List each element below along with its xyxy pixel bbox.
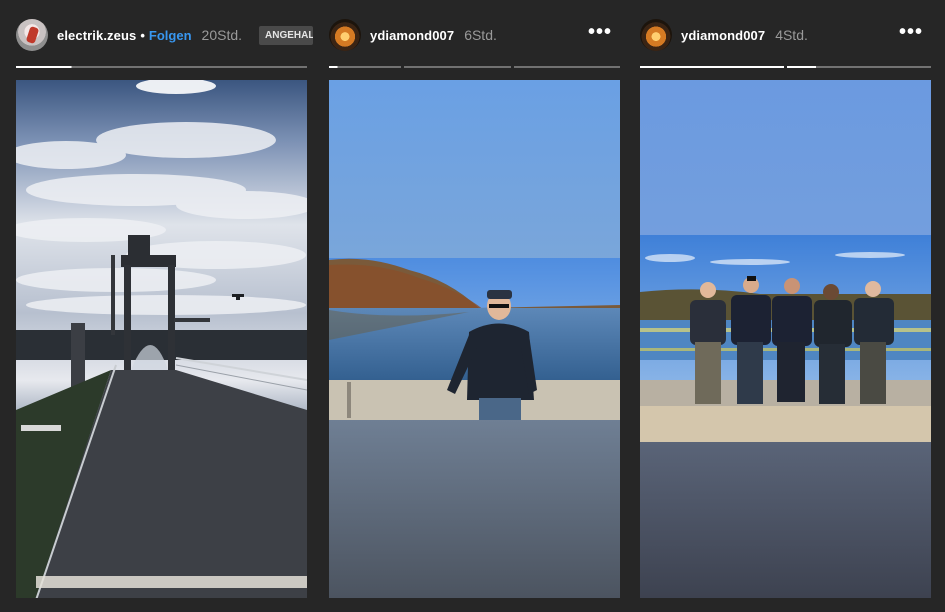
story-media-dam[interactable] xyxy=(16,80,307,598)
more-options-icon[interactable]: ••• xyxy=(899,22,923,42)
progress-segment xyxy=(16,66,307,68)
username[interactable]: electrik.zeus xyxy=(57,28,136,43)
progress-segment xyxy=(640,66,784,68)
story-background-fill xyxy=(640,442,931,598)
story-card-ydiamond007-2[interactable]: ydiamond007 4Std. ••• xyxy=(640,0,931,612)
story-card-electrik-zeus[interactable]: electrik.zeus • Folgen 20Std. ANGEHALTEN xyxy=(16,0,313,612)
username[interactable]: ydiamond007 xyxy=(681,28,765,43)
progress-segment xyxy=(787,66,931,68)
story-header: electrik.zeus • Folgen 20Std. ANGEHALTEN xyxy=(16,18,313,52)
follow-button[interactable]: Folgen xyxy=(149,28,192,43)
story-card-ydiamond007-1[interactable]: ydiamond007 6Std. ••• xyxy=(329,0,620,612)
progress-segment xyxy=(513,66,620,68)
paused-badge: ANGEHALTEN xyxy=(259,26,313,45)
dam-scene-image xyxy=(16,80,307,598)
more-options-icon[interactable]: ••• xyxy=(588,22,612,42)
username[interactable]: ydiamond007 xyxy=(370,28,454,43)
avatar[interactable] xyxy=(16,19,48,51)
story-progress-bar xyxy=(329,66,620,68)
story-media-lake[interactable] xyxy=(329,80,620,598)
story-progress-bar xyxy=(16,66,307,68)
progress-segment xyxy=(404,66,511,68)
separator-dot: • xyxy=(140,27,145,43)
avatar[interactable] xyxy=(329,19,361,51)
story-media-group[interactable] xyxy=(640,80,931,598)
progress-segment xyxy=(329,66,401,68)
story-header: ydiamond007 4Std. ••• xyxy=(640,18,931,52)
avatar[interactable] xyxy=(640,19,672,51)
timestamp: 4Std. xyxy=(775,27,808,43)
story-background-fill xyxy=(329,420,620,598)
timestamp: 6Std. xyxy=(464,27,497,43)
story-progress-bar xyxy=(640,66,931,68)
story-header: ydiamond007 6Std. ••• xyxy=(329,18,620,52)
timestamp: 20Std. xyxy=(201,27,243,43)
